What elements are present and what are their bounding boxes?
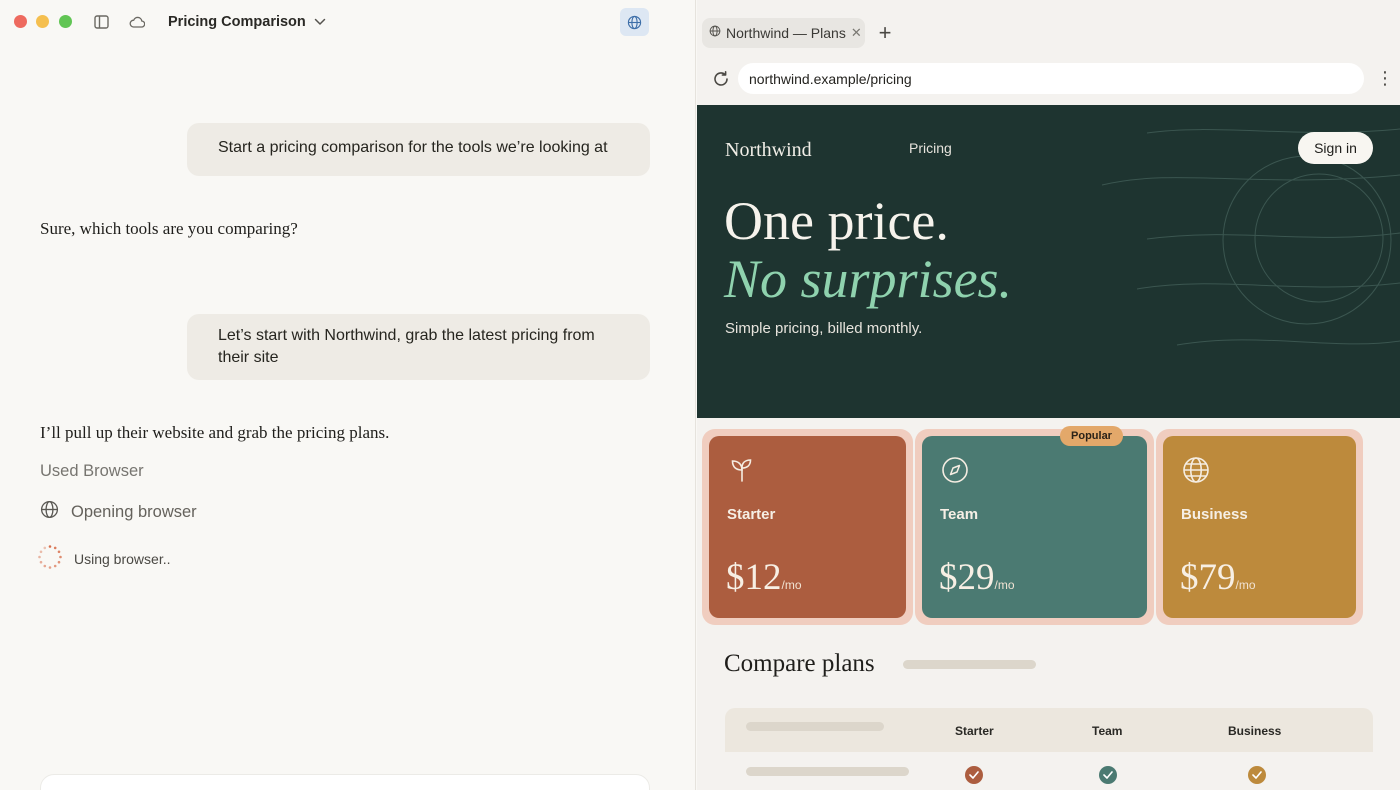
assistant-message: Sure, which tools are you comparing? bbox=[40, 219, 298, 238]
plan-card-body: Team $29/mo bbox=[922, 436, 1147, 618]
hero-subtitle: Simple pricing, billed monthly. bbox=[725, 320, 923, 337]
check-icon bbox=[1099, 766, 1117, 784]
nav-link-pricing[interactable]: Pricing bbox=[909, 140, 952, 156]
site-logo[interactable]: Northwind bbox=[725, 139, 812, 162]
plan-name: Starter bbox=[727, 506, 776, 523]
plan-price: $29/mo bbox=[939, 557, 1015, 598]
globe-icon bbox=[1182, 456, 1210, 489]
close-tab-icon[interactable]: ✕ bbox=[851, 25, 862, 41]
plan-card-body: Business $79/mo bbox=[1163, 436, 1356, 618]
cloud-icon[interactable] bbox=[127, 12, 147, 32]
browser-panel: Northwind — Plans ✕ + northwind.example/… bbox=[697, 0, 1400, 790]
check-icon bbox=[1248, 766, 1266, 784]
title-bar: Pricing Comparison bbox=[0, 0, 696, 44]
sidebar-toggle-icon[interactable] bbox=[91, 12, 111, 32]
popular-badge: Popular bbox=[1060, 426, 1123, 446]
globe-icon bbox=[40, 500, 59, 524]
browser-toggle-button[interactable] bbox=[620, 8, 649, 36]
close-window-button[interactable] bbox=[14, 15, 27, 28]
new-tab-button[interactable]: + bbox=[875, 22, 895, 44]
plan-price: $12/mo bbox=[726, 557, 802, 598]
sign-in-button[interactable]: Sign in bbox=[1298, 132, 1373, 164]
message-composer[interactable] bbox=[40, 774, 650, 790]
more-options-icon[interactable]: ⋮ bbox=[1376, 68, 1394, 90]
loading-spinner-icon bbox=[37, 544, 63, 573]
reload-icon[interactable] bbox=[710, 68, 732, 90]
hero-headline: One price. bbox=[724, 191, 949, 251]
maximize-window-button[interactable] bbox=[59, 15, 72, 28]
column-header-business: Business bbox=[1228, 724, 1282, 738]
compare-plans-heading: Compare plans bbox=[724, 650, 875, 677]
globe-icon bbox=[627, 15, 642, 29]
user-message: Start a pricing comparison for the tools… bbox=[187, 123, 650, 176]
tab-title: Northwind — Plans bbox=[726, 25, 846, 41]
minimize-window-button[interactable] bbox=[36, 15, 49, 28]
plan-name: Business bbox=[1181, 506, 1248, 523]
compass-icon bbox=[941, 456, 969, 489]
column-header-starter: Starter bbox=[955, 724, 994, 738]
tool-used-label[interactable]: Used Browser bbox=[40, 462, 144, 481]
placeholder-bar bbox=[746, 722, 884, 731]
check-icon bbox=[965, 766, 983, 784]
placeholder-bar bbox=[746, 767, 909, 776]
placeholder-bar bbox=[903, 660, 1036, 669]
address-bar[interactable]: northwind.example/pricing bbox=[738, 63, 1364, 94]
plan-card-team[interactable]: Team $29/mo bbox=[915, 429, 1154, 625]
plan-card-body: Starter $12/mo bbox=[709, 436, 906, 618]
sprout-icon bbox=[728, 456, 756, 489]
tool-status-label: Using browser.. bbox=[74, 550, 171, 567]
browser-tab[interactable]: Northwind — Plans ✕ bbox=[702, 18, 865, 48]
plan-price: $79/mo bbox=[1180, 557, 1256, 598]
conversation-title: Pricing Comparison bbox=[168, 14, 306, 30]
tool-step: Opening browser bbox=[40, 500, 197, 524]
tool-status: Using browser.. bbox=[37, 544, 170, 573]
assistant-message: I’ll pull up their website and grab the … bbox=[40, 423, 390, 442]
site-hero: Northwind Pricing Sign in One price. No … bbox=[697, 105, 1400, 418]
column-header-team: Team bbox=[1092, 724, 1123, 738]
plan-name: Team bbox=[940, 506, 979, 523]
plan-card-starter[interactable]: Starter $12/mo bbox=[702, 429, 913, 625]
chat-window: Pricing Comparison Start a pricing compa… bbox=[0, 0, 696, 790]
user-message: Let’s start with Northwind, grab the lat… bbox=[187, 314, 650, 380]
globe-icon bbox=[709, 24, 721, 42]
chevron-down-icon bbox=[314, 13, 326, 31]
plan-card-business[interactable]: Business $79/mo bbox=[1156, 429, 1363, 625]
tool-step-label: Opening browser bbox=[71, 502, 197, 521]
hero-headline-accent: No surprises. bbox=[724, 249, 1013, 309]
conversation-title-dropdown[interactable]: Pricing Comparison bbox=[168, 11, 326, 33]
